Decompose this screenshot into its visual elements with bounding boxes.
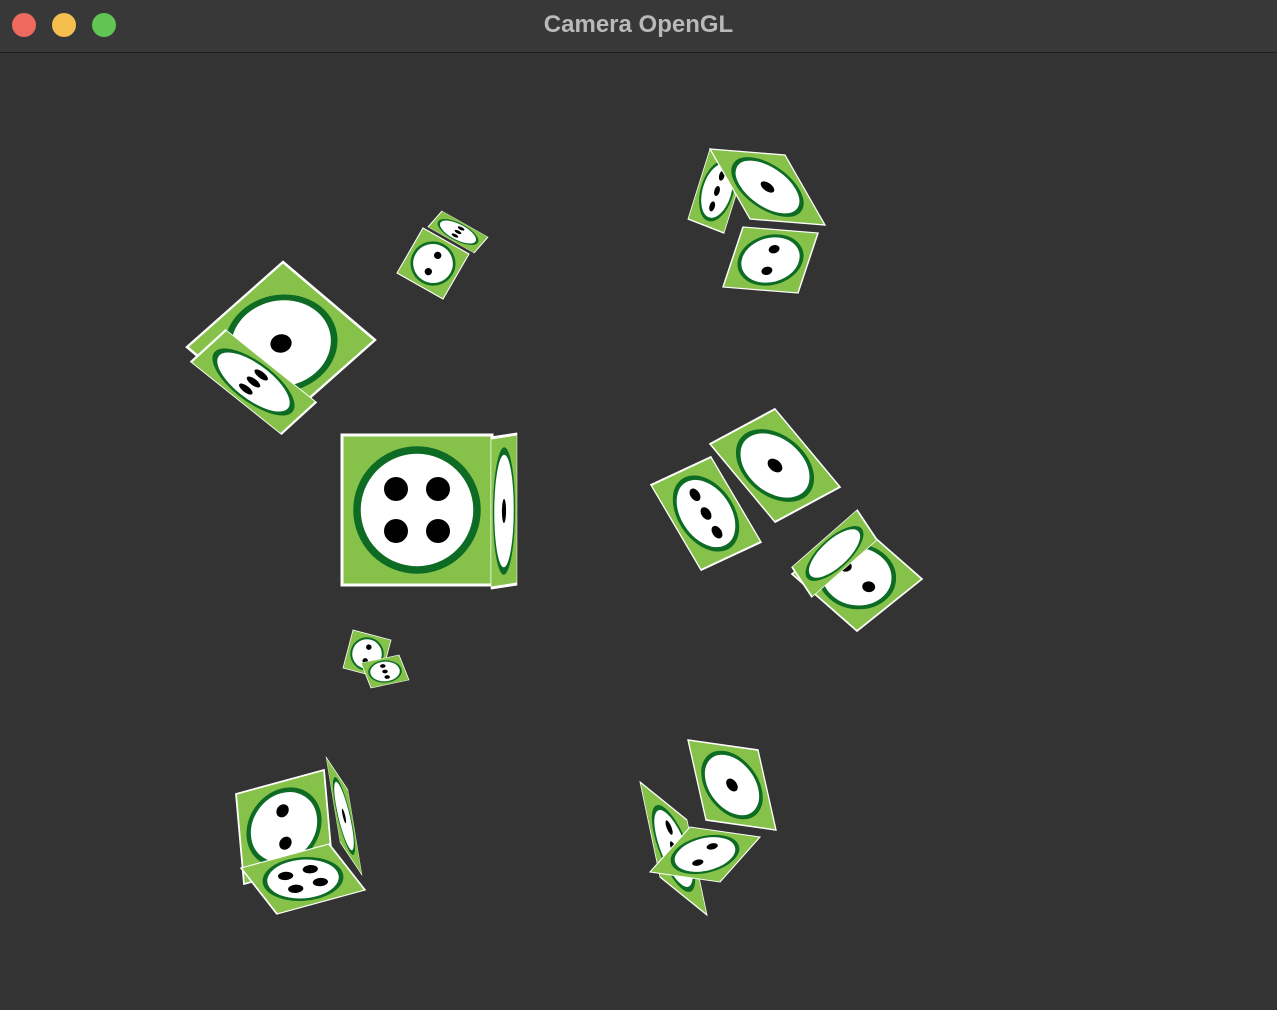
die-cube-left-upper bbox=[187, 262, 375, 434]
dice-scene bbox=[0, 54, 1277, 1010]
die-cube-right-middle bbox=[651, 409, 840, 570]
app-window: Camera OpenGL bbox=[0, 0, 1277, 1010]
title-bar: Camera OpenGL bbox=[0, 0, 1277, 53]
die-cube-small-top bbox=[397, 211, 488, 299]
die-cube-bottom-right bbox=[640, 740, 776, 915]
window-title: Camera OpenGL bbox=[543, 11, 734, 38]
die-cube-tiny bbox=[343, 630, 409, 688]
die-cube-right-top bbox=[688, 149, 825, 293]
die-cube-center bbox=[342, 434, 517, 588]
die-cube-right-lower bbox=[790, 508, 922, 631]
die-cube-bottom-left bbox=[236, 757, 365, 914]
opengl-viewport[interactable] bbox=[0, 54, 1277, 1010]
